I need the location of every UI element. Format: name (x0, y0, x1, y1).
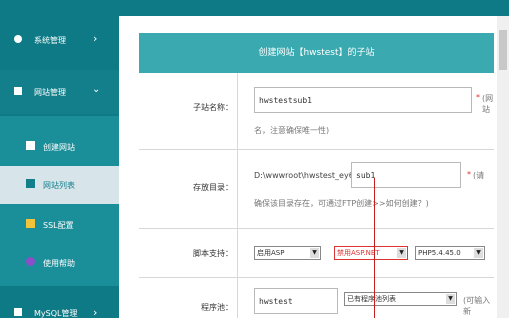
top-bar (119, 0, 509, 16)
scrollbar-thumb[interactable] (499, 30, 507, 70)
subsite-name-label: 子站名称： (193, 103, 233, 112)
panel-title: 创建网站【hwstest】的子站 (139, 33, 494, 73)
aspnet-select[interactable]: 禁用ASP.NET ▼ (334, 246, 408, 260)
directory-row: 存放目录： D:\wwwroot\hwstest_ey6gnc\web\ * (… (139, 150, 494, 229)
sites-icon (14, 87, 22, 95)
subsite-name-hint: (网站 (482, 94, 494, 114)
subsite-name-input[interactable] (254, 87, 472, 113)
sidebar-item-label: 网站管理 (34, 88, 66, 97)
system-icon (14, 35, 22, 43)
pool-select[interactable]: 已有程序池列表 ▼ (344, 292, 457, 306)
sidebar-item-create-site[interactable]: 创建网站 (0, 128, 119, 166)
pool-select-value: 已有程序池列表 (347, 295, 396, 303)
sidebar-item-help[interactable]: 使用帮助 (0, 244, 119, 282)
ssl-icon (26, 219, 35, 228)
required-mark: * (476, 93, 480, 102)
directory-hint-wrap: 确保该目录存在，可通过FTP创建>>如何创建？) (254, 199, 429, 208)
chevron-right-icon: › (93, 306, 98, 319)
sidebar-item-label: SSL配置 (43, 221, 74, 230)
chevron-down-icon: ⌄ (92, 84, 101, 95)
create-site-icon (26, 141, 35, 150)
chevron-right-icon: › (93, 32, 98, 45)
script-row: 脚本支持： 启用ASP ▼ 禁用ASP.NET ▼ PHP5.4.45.0 ▼ (139, 229, 494, 278)
chevron-down-icon: ▼ (397, 248, 406, 258)
chevron-down-icon: ▼ (474, 248, 483, 258)
chevron-down-icon: ▼ (310, 248, 319, 258)
divider (237, 278, 238, 318)
scrollbar[interactable] (497, 16, 509, 318)
asp-select-value: 启用ASP (257, 249, 285, 257)
directory-input[interactable] (351, 162, 461, 188)
sidebar-item-site-list[interactable]: 网站列表 (0, 166, 119, 204)
sidebar-item-ssl[interactable]: SSL配置 (0, 206, 119, 244)
sidebar: 系统管理 › 网站管理 ⌄ 创建网站 网站列表 SSL配置 使用帮助 MySQL… (0, 0, 119, 319)
php-select[interactable]: PHP5.4.45.0 ▼ (415, 246, 485, 260)
script-label: 脚本支持： (193, 249, 233, 258)
sidebar-item-label: 系统管理 (34, 36, 66, 45)
chevron-down-icon: ▼ (446, 294, 455, 304)
directory-label: 存放目录： (193, 183, 233, 192)
sidebar-item-sites[interactable]: 网站管理 ⌄ (0, 70, 119, 114)
divider (237, 150, 238, 228)
pool-input[interactable] (254, 288, 338, 314)
sidebar-item-system[interactable]: 系统管理 › (0, 20, 119, 60)
database-icon (14, 308, 22, 316)
form-panel: 创建网站【hwstest】的子站 子站名称： * (网站 名，注意确保唯一性) … (119, 16, 494, 318)
required-mark: * (467, 170, 471, 179)
pool-row: 程序池： 已有程序池列表 ▼ (可输入新 (139, 278, 494, 318)
directory-hint: (请 (473, 171, 485, 180)
pool-label: 程序池： (201, 303, 233, 312)
divider (237, 229, 238, 277)
annotation-line (374, 178, 375, 318)
php-select-value: PHP5.4.45.0 (418, 249, 461, 257)
list-icon (26, 179, 35, 188)
subsite-name-row: 子站名称： * (网站 名，注意确保唯一性) (139, 73, 494, 150)
help-icon (26, 257, 35, 266)
sidebar-submenu: 创建网站 网站列表 SSL配置 使用帮助 (0, 116, 119, 286)
asp-select[interactable]: 启用ASP ▼ (254, 246, 321, 260)
sidebar-item-label: 创建网站 (43, 143, 75, 152)
divider (237, 73, 238, 149)
sidebar-item-label: MySQL管理 (34, 309, 78, 318)
sidebar-item-mysql[interactable]: MySQL管理 › (0, 296, 119, 319)
pool-hint: (可输入新 (463, 296, 491, 316)
sidebar-item-label: 使用帮助 (43, 259, 75, 268)
subsite-name-hint-wrap: 名，注意确保唯一性) (254, 126, 330, 135)
sidebar-item-label: 网站列表 (43, 181, 75, 190)
